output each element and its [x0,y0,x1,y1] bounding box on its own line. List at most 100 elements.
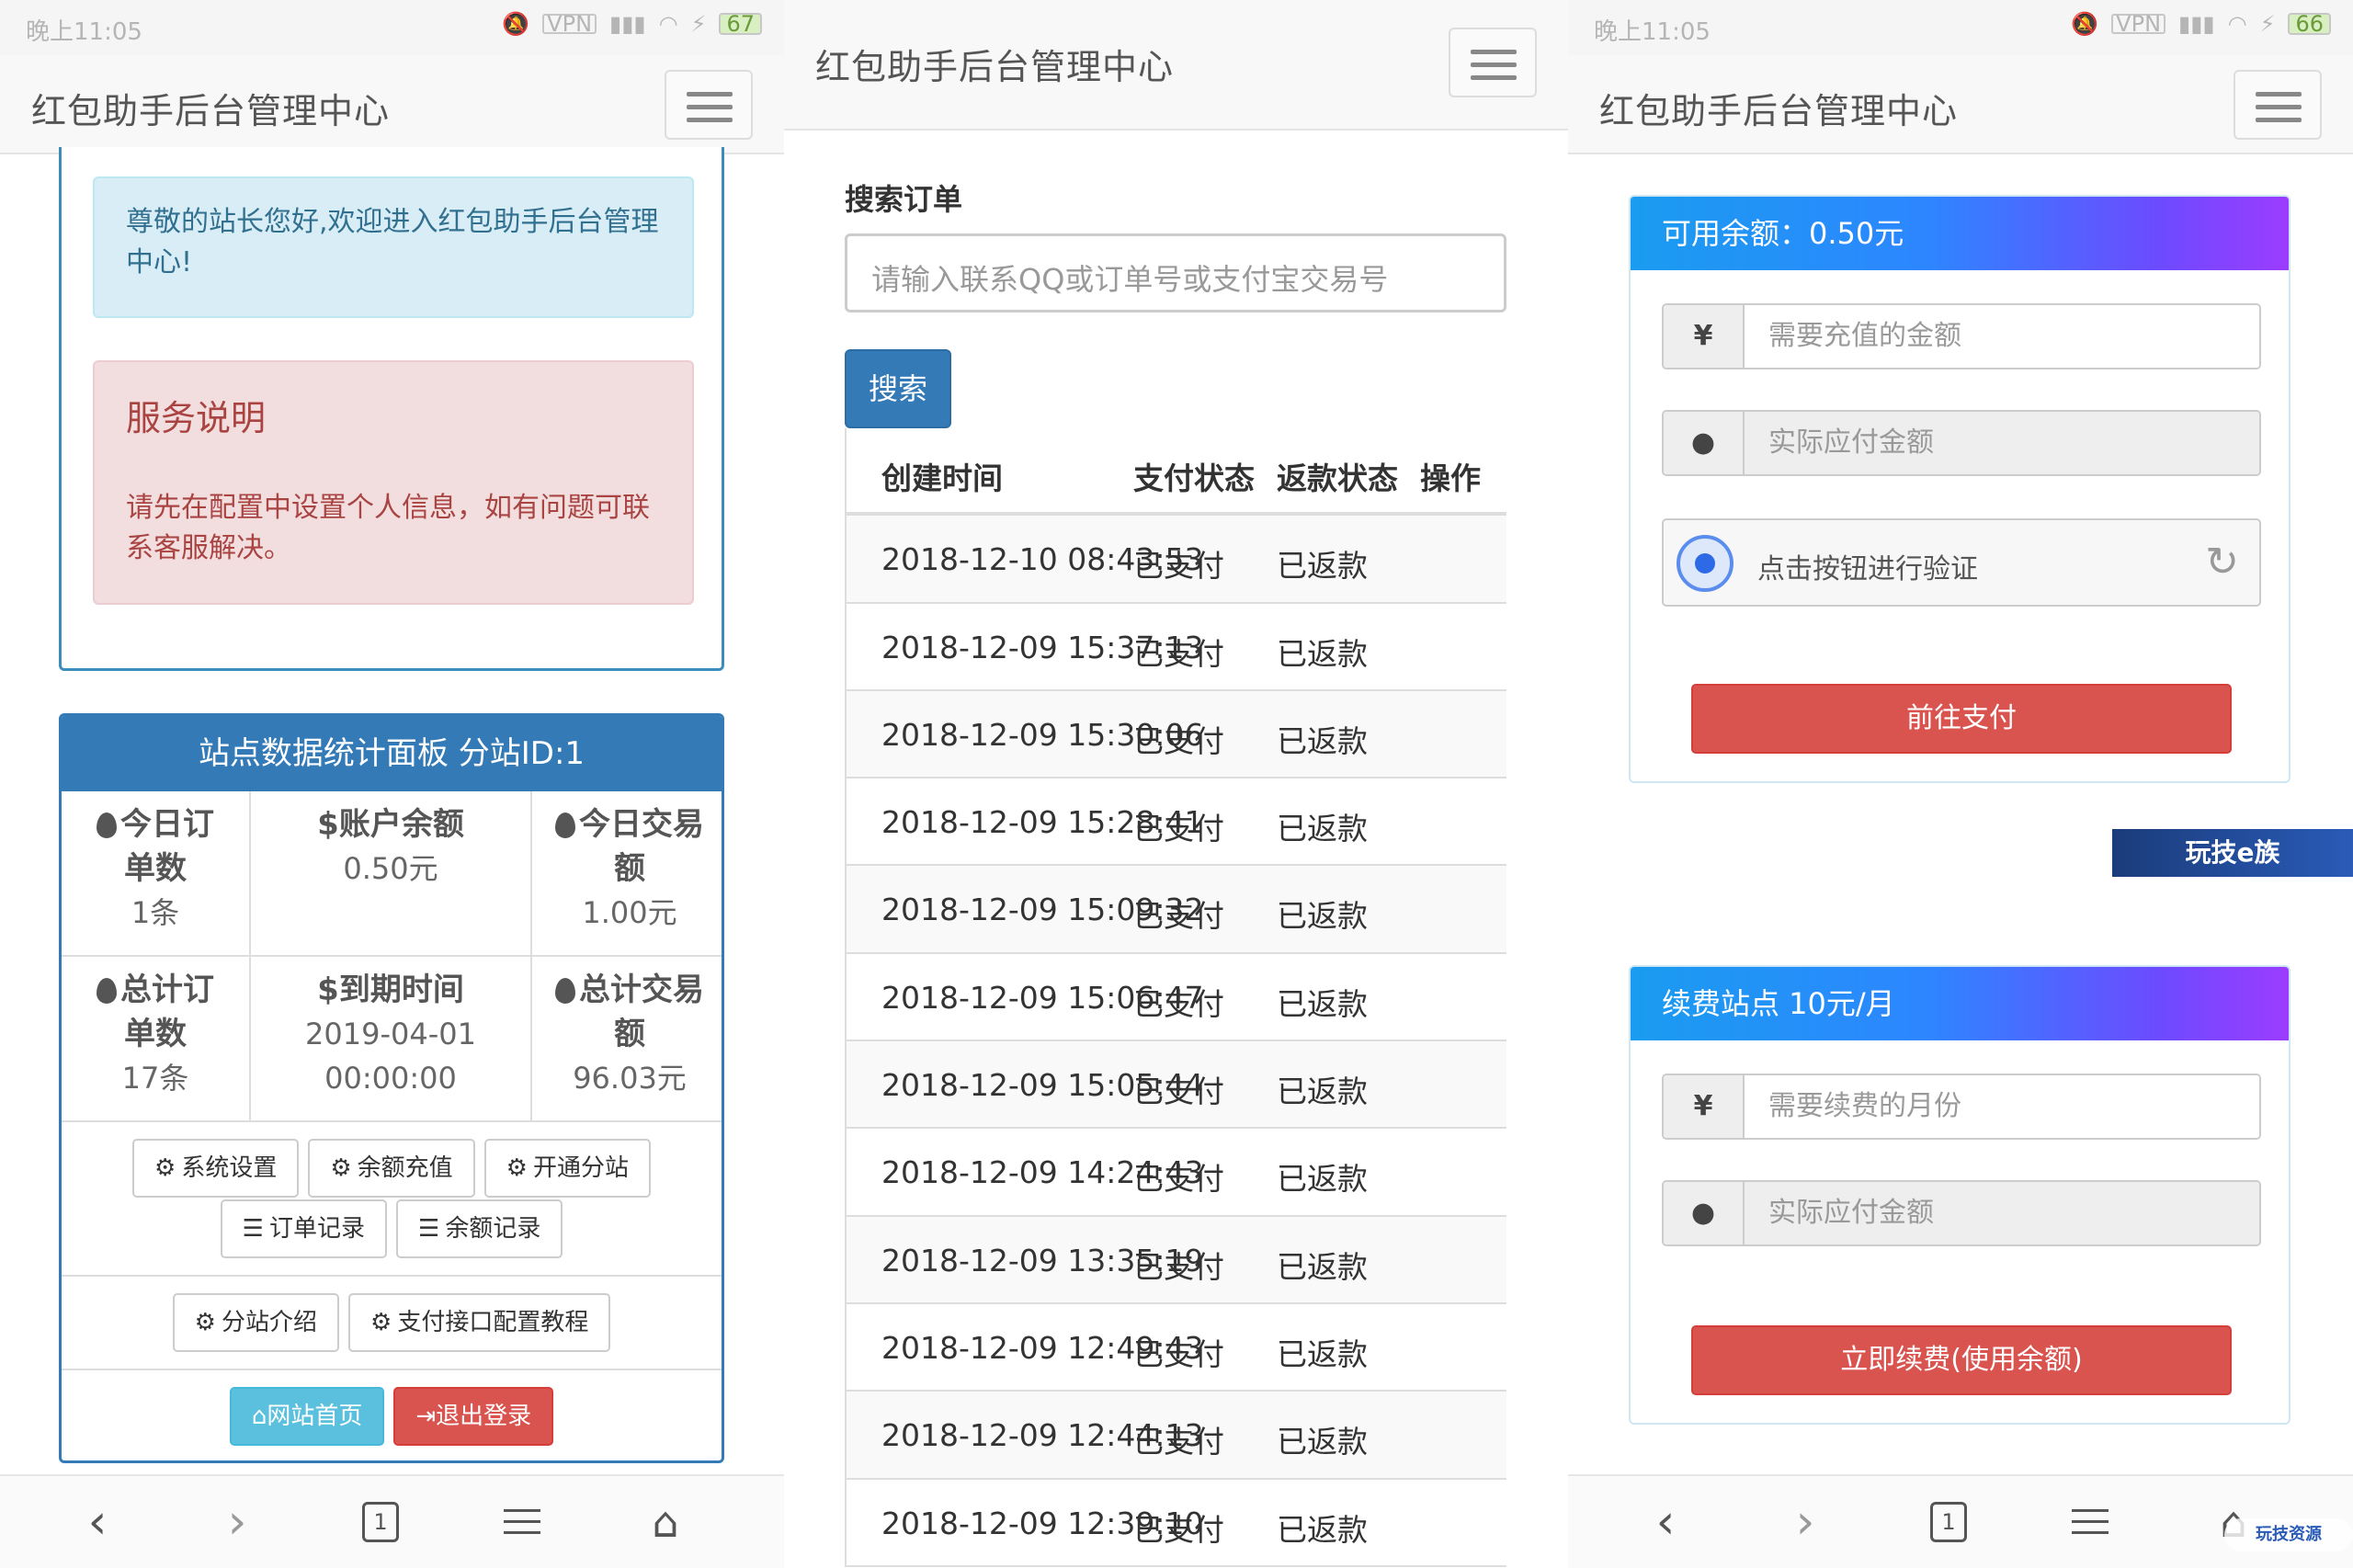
tabs-button[interactable]: 1 [1930,1502,1967,1542]
navbar: 红包助手后台管理中心 [784,0,1568,131]
vpn-icon: VPN [542,13,597,35]
balance-card: 可用余额：0.50元 ¥ 需要充值的金额 ● 实际应付金额 点击按钮进行验证 ↻… [1629,195,2290,783]
navbar: 红包助手后台管理中心 [0,55,784,154]
order-log-button[interactable]: ☰ 订单记录 [220,1199,387,1258]
forward-icon[interactable]: › [1778,1494,1833,1550]
stat-balance: $账户余额 0.50元 [251,791,532,957]
balance-log-button[interactable]: ☰ 余额记录 [396,1199,563,1258]
menu-toggle-button[interactable] [2234,70,2322,140]
divider [62,1275,722,1277]
divider [62,1369,722,1370]
user-icon: ● [1664,1182,1745,1244]
hamburger-icon [1471,50,1517,54]
search-button[interactable]: 搜索 [845,349,951,428]
pay-tutorial-button[interactable]: ⚙ 支付接口配置教程 [348,1293,611,1352]
tint-icon [555,978,575,1004]
hamburger-icon [687,92,733,97]
stat-expire: $到期时间 2019-04-01 00:00:00 [251,957,532,1122]
table-header: 创建时间 支付状态 返款状态 操作 [847,428,1506,517]
stat-today-amount: 今日交易 额 1.00元 [532,791,722,957]
notice-box: 尊敬的站长您好,欢迎进入红包助手后台管理中心! 服务说明 请先在配置中设置个人信… [59,147,724,671]
menu-toggle-button[interactable] [665,70,753,140]
watermark-logo: 玩技e族 [2112,829,2353,877]
col-created: 创建时间 [881,460,1003,496]
captcha-button[interactable] [1677,535,1733,592]
charging-icon: ⚡ [2259,11,2276,37]
mute-icon: 🔕 [502,11,530,37]
yen-icon: ¥ [1664,1075,1745,1138]
logout-button[interactable]: ⇥退出登录 [393,1387,554,1446]
back-icon[interactable]: ‹ [70,1494,125,1550]
renew-title: 续费站点 10元/月 [1631,967,2289,1040]
amount-input-group[interactable]: ¥ 需要充值的金额 [1662,303,2261,369]
forward-icon[interactable]: › [210,1494,265,1550]
col-refund-status: 返款状态 [1277,460,1398,496]
table-row: 2018-12-09 14:24:43 已支付 已返款 [847,1129,1506,1217]
battery-icon: 67 [719,13,762,35]
dollar-icon: $ [317,971,339,1008]
status-time: 晚上11:05 [26,18,142,46]
navbar-brand[interactable]: 红包助手后台管理中心 [31,83,390,133]
renew-card: 续费站点 10元/月 ¥ 需要续费的月份 ● 实际应付金额 立即续费(使用余额) [1629,965,2290,1425]
dollar-icon: $ [317,806,339,843]
captcha-text: 点击按钮进行验证 [1757,553,1978,585]
table-row: 2018-12-09 12:49:43 已支付 已返款 [847,1304,1506,1392]
table-row: 2018-12-09 15:06:47 已支付 已返款 [847,954,1506,1042]
refresh-icon[interactable]: ↻ [2205,539,2239,585]
home-button[interactable]: ⌂网站首页 [229,1387,385,1446]
vpn-icon: VPN [2111,13,2166,35]
table-row: 2018-12-09 15:05:44 已支付 已返款 [847,1041,1506,1130]
renew-pay-field: 实际应付金额 [1745,1182,2259,1244]
menu-icon[interactable] [2063,1494,2118,1550]
signal-icon: ▮▮▮ [2178,11,2215,37]
tabs-button[interactable]: 1 [362,1502,399,1542]
status-time: 晚上11:05 [1594,18,1711,46]
panel-dashboard: 晚上11:05 🔕 VPN ▮▮▮ ◠ ⚡ 67 红包助手后台管理中心 尊敬的站… [0,0,784,1568]
gear-icon: ⚙ [506,1154,528,1182]
months-input-group[interactable]: ¥ 需要续费的月份 [1662,1074,2261,1140]
table-row: 2018-12-09 15:37:13 已支付 已返款 [847,604,1506,691]
stat-total-amount: 总计交易 额 96.03元 [532,957,722,1122]
captcha-widget[interactable]: 点击按钮进行验证 ↻ [1662,518,2261,607]
col-action: 操作 [1420,460,1481,496]
stat-today-orders: 今日订 单数 1条 [62,791,251,957]
recharge-button[interactable]: ⚙ 余额充值 [308,1139,475,1198]
stat-total-orders: 总计订 单数 17条 [62,957,251,1122]
pay-amount-group: ● 实际应付金额 [1662,410,2261,476]
branch-intro-button[interactable]: ⚙ 分站介绍 [172,1293,339,1352]
go-pay-button[interactable]: 前往支付 [1691,684,2232,754]
table-row: 2018-12-09 15:09:32 已支付 已返款 [847,866,1506,954]
mute-icon: 🔕 [2071,11,2099,37]
wifi-icon: ◠ [2227,11,2247,37]
amount-input[interactable]: 需要充值的金额 [1745,305,2259,368]
renew-button[interactable]: 立即续费(使用余额) [1691,1325,2232,1395]
menu-toggle-button[interactable] [1449,28,1537,97]
table-row: 2018-12-09 12:39:10 已支付 已返款 [847,1480,1506,1567]
navbar-brand[interactable]: 红包助手后台管理中心 [815,39,1174,89]
open-branch-button[interactable]: ⚙ 开通分站 [483,1139,651,1198]
home-icon: ⌂ [251,1403,267,1430]
home-page-icon[interactable]: ⌂ [638,1494,693,1550]
pay-amount-field: 实际应付金额 [1745,412,2259,474]
status-bar: 晚上11:05 🔕 VPN ▮▮▮ ◠ ⚡ 67 [0,0,784,55]
table-row: 2018-12-09 13:35:19 已支付 已返款 [847,1216,1506,1304]
panel-order-search: 红包助手后台管理中心 搜索订单 请输入联系QQ或订单号或支付宝交易号 搜索 创建… [784,0,1568,1568]
sign-out-icon: ⇥ [415,1403,437,1430]
search-input[interactable]: 请输入联系QQ或订单号或支付宝交易号 [845,233,1506,312]
gear-icon: ⚙ [194,1309,216,1336]
renew-pay-group: ● 实际应付金额 [1662,1180,2261,1246]
back-icon[interactable]: ‹ [1638,1494,1693,1550]
stats-title: 站点数据统计面板 分站ID:1 [62,716,722,791]
table-row: 2018-12-09 15:28:41 已支付 已返款 [847,778,1506,867]
menu-icon[interactable] [494,1494,550,1550]
months-input[interactable]: 需要续费的月份 [1745,1075,2259,1138]
navbar-brand[interactable]: 红包助手后台管理中心 [1599,83,1958,133]
table-row: 2018-12-10 08:43:53 已支付 已返款 [847,516,1506,604]
welcome-alert: 尊敬的站长您好,欢迎进入红包助手后台管理中心! [93,176,694,318]
system-settings-button[interactable]: ⚙ 系统设置 [132,1139,300,1198]
gear-icon: ⚙ [154,1154,176,1182]
status-bar: 晚上11:05 🔕 VPN ▮▮▮ ◠ ⚡ 66 [1568,0,2353,55]
browser-bottom-bar: ‹ › 1 ⌂ [0,1474,784,1568]
yen-icon: ¥ [1664,305,1745,368]
charging-icon: ⚡ [690,11,707,37]
